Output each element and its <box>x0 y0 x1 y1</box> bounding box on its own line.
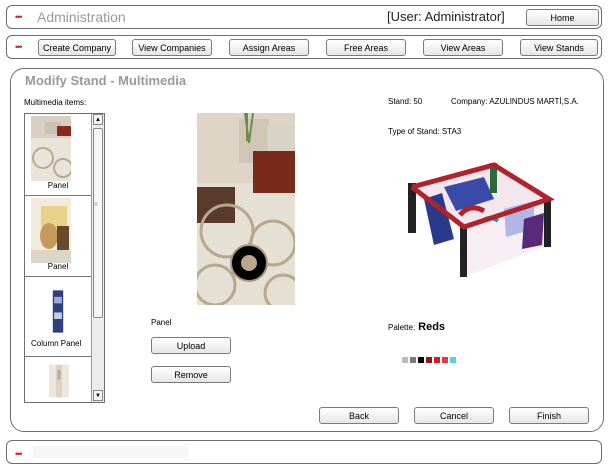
thumbnail-image <box>49 364 69 398</box>
scroll-grip-icon: ≡ <box>94 202 98 208</box>
palette-label-text: Palette: <box>388 323 416 332</box>
user-label: [User: Administrator] <box>387 9 505 24</box>
list-scrollbar[interactable]: ▲ ≡ ▼ <box>91 114 104 402</box>
palette-swatch <box>434 357 440 363</box>
view-stands-button[interactable]: View Stands <box>520 39 598 56</box>
panel-title: Modify Stand - Multimedia <box>25 73 187 88</box>
app-title: Administration <box>37 9 126 25</box>
back-button[interactable]: Back <box>319 407 399 424</box>
finish-button[interactable]: Finish <box>509 407 589 424</box>
selected-item-name: Panel <box>151 318 172 327</box>
view-companies-button[interactable]: View Companies <box>132 39 212 56</box>
assign-areas-button[interactable]: Assign Areas <box>229 39 309 56</box>
palette-swatch <box>450 357 456 363</box>
palette-swatch <box>426 357 432 363</box>
list-item-label: Panel <box>47 262 69 271</box>
stand-type: Type of Stand: STA3 <box>388 127 462 136</box>
palette-swatch <box>442 357 448 363</box>
remove-button[interactable]: Remove <box>151 366 231 383</box>
scroll-up-icon[interactable]: ▲ <box>93 114 103 125</box>
list-item[interactable]: Panel <box>25 196 91 277</box>
palette-swatches <box>394 357 456 363</box>
palette-swatch <box>402 357 408 363</box>
footer-status-field <box>33 446 189 458</box>
nav-bar: Create Company View Companies Assign Are… <box>6 35 602 59</box>
stand-3d-preview-image <box>408 162 554 277</box>
palette-swatch <box>410 357 416 363</box>
multimedia-items-label: Multimedia items: <box>24 98 87 107</box>
logo-dots-icon <box>15 12 21 22</box>
scrollbar-thumb[interactable] <box>93 128 103 318</box>
nav-dots-icon <box>15 42 21 52</box>
palette-name: Reds <box>418 321 446 333</box>
multimedia-preview-image <box>197 113 295 305</box>
list-item[interactable] <box>25 357 91 402</box>
thumbnail-image <box>31 116 71 181</box>
palette-swatch <box>394 357 400 363</box>
thumbnail-image <box>31 198 71 263</box>
cancel-button[interactable]: Cancel <box>414 407 494 424</box>
view-areas-button[interactable]: View Areas <box>423 39 503 56</box>
multimedia-list[interactable]: Panel Panel Column Panel ▲ ≡ ▼ <box>24 113 105 403</box>
stand-number: Stand: 50 <box>388 97 423 106</box>
company-name: Company: AZULINDUS MARTÍ,S.A. <box>451 97 579 106</box>
list-item[interactable]: Column Panel <box>25 277 91 357</box>
upload-button[interactable]: Upload <box>151 337 231 354</box>
footer-dots-icon <box>15 449 21 459</box>
header-bar: Administration [User: Administrator] Hom… <box>6 5 602 29</box>
palette-swatch <box>418 357 424 363</box>
scroll-down-icon[interactable]: ▼ <box>93 390 103 401</box>
home-button[interactable]: Home <box>526 9 599 26</box>
palette-label: Palette: Reds <box>388 321 445 333</box>
create-company-button[interactable]: Create Company <box>38 39 116 56</box>
modify-stand-panel: Modify Stand - Multimedia Multimedia ite… <box>10 68 604 432</box>
footer-bar <box>6 440 602 464</box>
free-areas-button[interactable]: Free Areas <box>326 39 406 56</box>
list-item-label: Panel <box>47 181 69 190</box>
thumbnail-image <box>45 290 71 333</box>
list-item[interactable]: Panel <box>25 114 91 196</box>
